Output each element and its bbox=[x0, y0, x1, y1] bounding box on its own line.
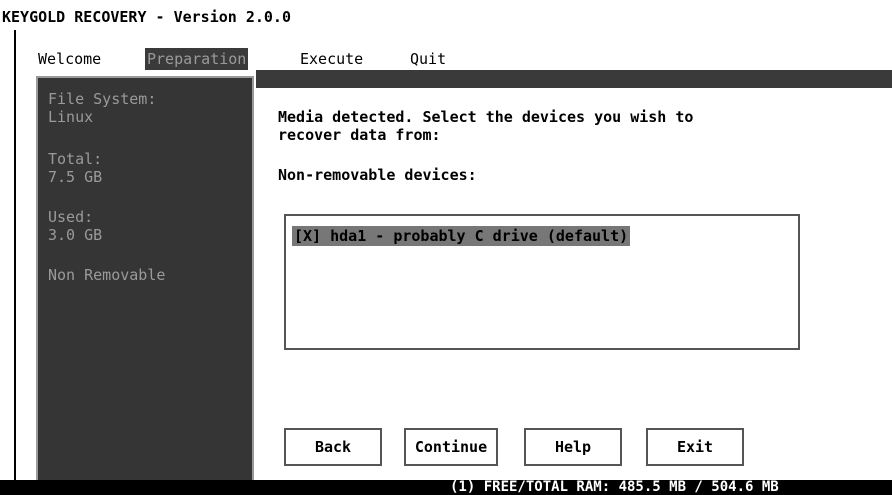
window-title: KEYGOLD RECOVERY - Version 2.0.0 bbox=[0, 0, 892, 30]
exit-button[interactable]: Exit bbox=[646, 428, 744, 466]
status-bar: (1) FREE/TOTAL RAM: 485.5 MB / 504.6 MB bbox=[0, 480, 892, 495]
menu-divider bbox=[256, 70, 892, 88]
total-value: 7.5 GB bbox=[48, 168, 103, 186]
device-type: Non Removable bbox=[48, 266, 166, 284]
back-button[interactable]: Back bbox=[284, 428, 382, 466]
intro-text-line1: Media detected. Select the devices you w… bbox=[278, 108, 694, 126]
ram-status: (1) FREE/TOTAL RAM: 485.5 MB / 504.6 MB bbox=[450, 480, 779, 495]
total-label: Total: bbox=[48, 150, 103, 168]
menu-item-quit[interactable]: Quit bbox=[410, 48, 446, 70]
device-item-hda1[interactable]: [X] hda1 - probably C drive (default) bbox=[292, 226, 631, 246]
file-system-value: Linux bbox=[48, 108, 94, 126]
used-label: Used: bbox=[48, 208, 94, 226]
disk-info-panel: File System: Linux Total: 7.5 GB Used: 3… bbox=[36, 76, 254, 484]
menu-item-execute[interactable]: Execute bbox=[300, 48, 363, 70]
intro-text-line2: recover data from: bbox=[278, 126, 441, 144]
continue-button[interactable]: Continue bbox=[404, 428, 498, 466]
help-button[interactable]: Help bbox=[524, 428, 622, 466]
frame-border bbox=[14, 30, 16, 480]
used-value: 3.0 GB bbox=[48, 226, 103, 244]
menu-item-preparation[interactable]: Preparation bbox=[145, 48, 249, 70]
menu-item-welcome[interactable]: Welcome bbox=[38, 48, 101, 70]
file-system-label: File System: bbox=[48, 90, 157, 108]
device-list[interactable]: [X] hda1 - probably C drive (default) bbox=[284, 214, 800, 350]
section-label: Non-removable devices: bbox=[278, 166, 477, 184]
